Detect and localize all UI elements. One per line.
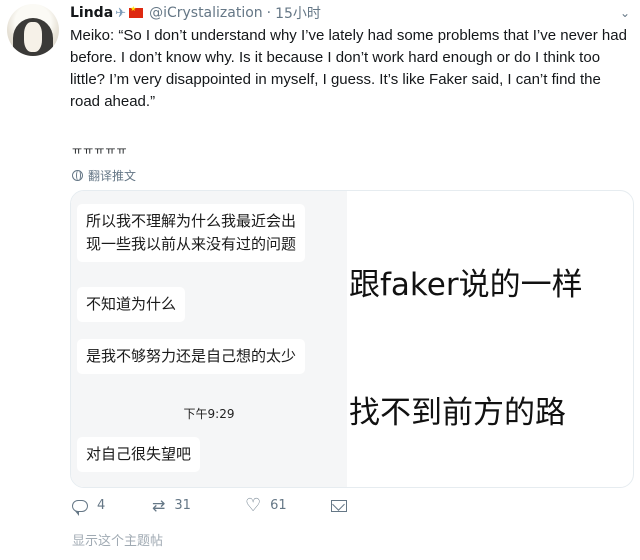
tweet-media-image[interactable]: 所以我不理解为什么我最近会出 现一些我以前从来没有过的问题 不知道为什么 是我不…: [70, 190, 634, 488]
reply-button[interactable]: 4: [72, 498, 120, 516]
translate-label: 翻译推文: [88, 169, 137, 183]
tweet-header: Linda ✈ @iCrystalization · 15小时: [70, 3, 321, 23]
tweet-timestamp[interactable]: 15小时: [275, 3, 321, 23]
reply-icon: [72, 499, 88, 516]
chat-bubble: 对自己很失望吧: [77, 437, 201, 472]
chat-bubble: 是我不够努力还是自己想的太少: [77, 339, 306, 374]
separator-dot: ·: [266, 5, 272, 21]
like-count: 61: [270, 498, 287, 513]
retweet-count: 31: [174, 498, 191, 513]
reply-count: 4: [97, 498, 106, 513]
show-thread-link[interactable]: 显示这个主题帖: [72, 530, 163, 549]
direct-message-button[interactable]: [331, 499, 347, 512]
avatar-face: [24, 22, 42, 52]
caption-bottom: 找不到前方的路: [349, 395, 566, 431]
chat-bubble: 不知道为什么: [77, 287, 186, 322]
heart-icon: ♡: [245, 494, 262, 516]
airplane-icon: ✈: [115, 5, 127, 21]
chat-bubble: 所以我不理解为什么我最近会出 现一些我以前从来没有过的问题: [77, 204, 306, 262]
chevron-down-icon[interactable]: ⌄: [620, 6, 630, 20]
retweet-button[interactable]: ⇄ 31: [152, 496, 233, 515]
tweet-text: Meiko: “So I don’t understand why I’ve l…: [70, 27, 627, 110]
globe-icon: [72, 170, 83, 181]
chat-screenshot: 所以我不理解为什么我最近会出 现一些我以前从来没有过的问题 不知道为什么 是我不…: [71, 191, 347, 487]
envelope-icon: [331, 499, 347, 512]
reaction-text: ㅠㅠㅠㅠㅠ: [72, 144, 128, 157]
retweet-icon: ⇄: [152, 496, 166, 515]
user-handle[interactable]: @iCrystalization: [149, 5, 263, 21]
like-button[interactable]: ♡ 61: [245, 494, 331, 516]
china-flag-icon: [129, 5, 144, 18]
caption-top: 跟faker说的一样: [349, 267, 583, 303]
chat-timestamp: 下午9:29: [183, 407, 235, 421]
tweet-actions: 4 ⇄ 31 ♡ 61: [72, 494, 347, 516]
avatar[interactable]: [7, 4, 59, 56]
display-name[interactable]: Linda: [70, 5, 113, 21]
translate-tweet-link[interactable]: 翻译推文: [72, 167, 136, 184]
